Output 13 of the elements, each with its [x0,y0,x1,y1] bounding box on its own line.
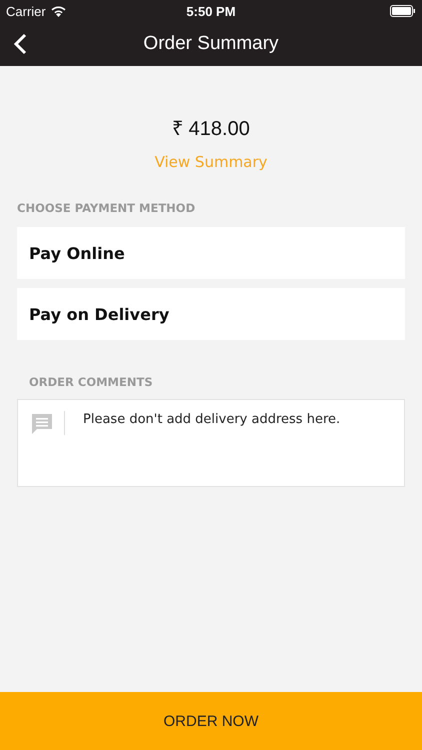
wifi-icon [50,6,66,16]
back-icon[interactable] [13,33,27,55]
comment-field[interactable]: Please don't add delivery address here. [17,399,405,487]
clock: 5:50 PM [186,4,236,18]
order-now-button[interactable]: ORDER NOW [0,692,422,750]
order-amount: ₹ 418.00 [171,117,251,141]
battery-icon [390,5,416,17]
screen-title: Order Summary [143,33,279,55]
payment-option[interactable]: Pay Online [17,227,405,279]
payment-option[interactable]: Pay on Delivery [17,288,405,340]
section-label: CHOOSE PAYMENT METHOD [17,201,196,215]
carrier-label: Carrier [6,4,46,18]
section-label: ORDER COMMENTS [29,375,154,389]
